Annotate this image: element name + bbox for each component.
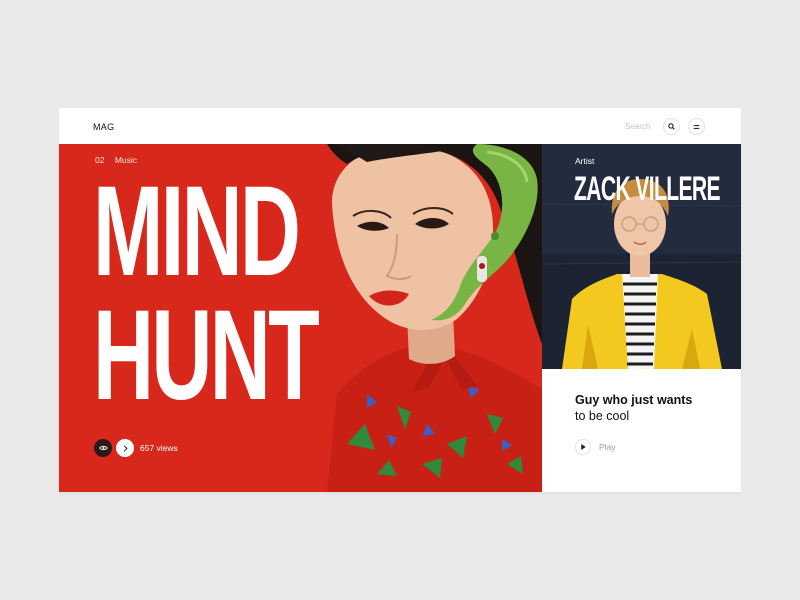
hero-actions: 657 views [94,439,178,457]
artist-info: Guy who just wants to be cool Play [542,369,741,492]
play-label[interactable]: Play [599,442,616,452]
top-bar: MAG Search [59,108,741,144]
search-icon [668,123,675,130]
chevron-right-icon [123,444,128,452]
play-icon [580,444,586,450]
hero-title[interactable]: MIND HUNT [93,160,320,427]
article-headline-bold[interactable]: Guy who just wants [575,393,692,407]
hero-panel[interactable]: 02 Music MIND HUNT 657 views [59,144,542,492]
eye-icon [98,445,108,451]
views-count: 657 views [140,443,178,453]
menu-button[interactable] [688,118,705,135]
menu-icon [693,124,700,129]
views-button[interactable] [94,439,112,457]
play-control[interactable]: Play [575,439,616,455]
next-button[interactable] [116,439,134,457]
artist-label: Artist [575,156,595,166]
artist-photo[interactable]: Artist ZACK VILLERE [542,144,741,369]
hero-title-line-1: MIND [93,160,301,303]
play-button[interactable] [575,439,591,455]
magazine-card: MAG Search 02 Music MIND HUNT 657 views … [59,108,741,492]
search-input[interactable]: Search [625,122,650,131]
artist-name[interactable]: ZACK VILLERE [574,172,721,206]
search-button[interactable] [663,118,680,135]
hero-title-line-2: HUNT [93,284,320,427]
hero-portrait-image [327,144,542,492]
logo[interactable]: MAG [93,122,114,132]
article-headline-regular[interactable]: to be cool [575,409,629,423]
